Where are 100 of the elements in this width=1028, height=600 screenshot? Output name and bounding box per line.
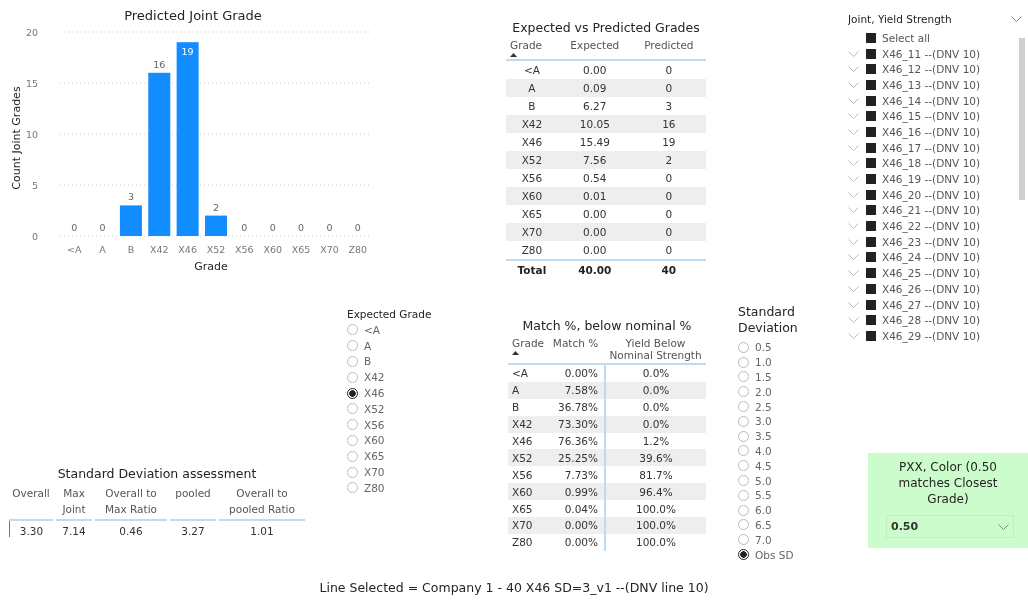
checkbox[interactable] — [866, 126, 876, 137]
column-header[interactable]: Overall to Max Ratio — [95, 485, 167, 521]
radio-button[interactable] — [738, 549, 749, 561]
slicer-item-label[interactable]: X46_13 --(DNV 10) — [882, 78, 981, 91]
checkbox[interactable] — [866, 111, 876, 122]
radio-label[interactable]: 0.5 — [755, 341, 772, 354]
radio-label[interactable]: X46 — [364, 387, 385, 400]
checkbox[interactable] — [866, 283, 876, 294]
radio-label[interactable]: X60 — [364, 434, 385, 447]
expand-chevron-icon[interactable] — [848, 317, 859, 324]
scrollbar[interactable] — [1019, 38, 1025, 200]
column-header[interactable]: Yield Below Nominal Strength — [605, 337, 706, 364]
checkbox[interactable] — [866, 32, 876, 43]
slicer-item-label[interactable]: X46_12 --(DNV 10) — [882, 63, 981, 76]
column-header[interactable]: Overall to pooled Ratio — [219, 485, 305, 521]
slicer-item-label[interactable]: X46_28 --(DNV 10) — [882, 314, 981, 327]
slicer-item-label[interactable]: X46_26 --(DNV 10) — [882, 282, 981, 295]
checkbox[interactable] — [866, 299, 876, 310]
checkbox[interactable] — [866, 315, 876, 326]
expand-chevron-icon[interactable] — [848, 223, 859, 230]
checkbox[interactable] — [866, 330, 876, 341]
expand-chevron-icon[interactable] — [848, 301, 859, 308]
checkbox[interactable] — [866, 252, 876, 263]
radio-label[interactable]: X56 — [364, 418, 385, 431]
expand-chevron-icon[interactable] — [848, 66, 859, 73]
checkbox[interactable] — [866, 268, 876, 279]
checkbox[interactable] — [866, 79, 876, 90]
expand-chevron-icon[interactable] — [848, 97, 859, 104]
column-header[interactable]: Overall — [9, 485, 53, 521]
radio-label[interactable]: X42 — [364, 371, 385, 384]
radio-label[interactable]: 2.5 — [755, 400, 772, 413]
radio-label[interactable]: 5.0 — [755, 474, 772, 487]
expand-chevron-icon[interactable] — [848, 176, 859, 183]
expand-chevron-icon[interactable] — [848, 191, 859, 198]
dropdown[interactable]: 0.50 — [886, 515, 1014, 538]
expand-chevron-icon[interactable] — [848, 160, 859, 167]
expand-chevron-icon[interactable] — [848, 238, 859, 245]
radio-label[interactable]: 1.5 — [755, 371, 772, 383]
radio-label[interactable]: B — [364, 355, 372, 368]
radio-label[interactable]: X70 — [364, 466, 385, 479]
checkbox[interactable] — [866, 95, 876, 106]
checkbox[interactable] — [866, 236, 876, 247]
radio-label[interactable]: 7.0 — [755, 533, 772, 546]
expand-chevron-icon[interactable] — [848, 128, 859, 135]
column-header[interactable]: Max Joint — [56, 485, 92, 521]
slicer-item-label[interactable]: X46_27 --(DNV 10) — [882, 298, 981, 311]
expand-chevron-icon[interactable] — [848, 254, 859, 261]
column-header[interactable]: Grade — [506, 39, 558, 60]
slicer-item-label[interactable]: X46_25 --(DNV 10) — [882, 267, 981, 280]
slicer-item-label[interactable]: X46_15 --(DNV 10) — [882, 110, 981, 123]
expand-chevron-icon[interactable] — [848, 332, 859, 339]
slicer-item-label[interactable]: X46_14 --(DNV 10) — [882, 94, 981, 107]
slicer-item-label[interactable]: X46_18 --(DNV 10) — [882, 157, 981, 170]
radio-label[interactable]: 6.5 — [755, 518, 772, 531]
checkbox[interactable] — [866, 189, 876, 200]
checkbox[interactable] — [866, 64, 876, 75]
radio-label[interactable]: 1.0 — [755, 356, 772, 369]
slicer-item-label[interactable]: X46_29 --(DNV 10) — [882, 329, 981, 342]
slicer-item-label[interactable]: X46_22 --(DNV 10) — [882, 220, 981, 233]
radio-label[interactable]: 2.0 — [755, 385, 772, 398]
slicer-item-label[interactable]: X46_23 --(DNV 10) — [882, 235, 981, 248]
expand-chevron-icon[interactable] — [848, 144, 859, 151]
slicer-item-label[interactable]: X46_16 --(DNV 10) — [882, 125, 981, 138]
checkbox[interactable] — [866, 142, 876, 153]
radio-label[interactable]: A — [364, 339, 372, 352]
slicer-item-label[interactable]: X46_20 --(DNV 10) — [882, 188, 981, 201]
expand-chevron-icon[interactable] — [848, 270, 859, 277]
radio-label[interactable]: 4.0 — [755, 444, 772, 457]
expand-chevron-icon[interactable] — [848, 113, 859, 120]
column-header[interactable]: Grade — [508, 337, 548, 364]
radio-label[interactable]: 4.5 — [755, 459, 772, 472]
expand-chevron-icon[interactable] — [848, 285, 859, 292]
slicer-item-label[interactable]: X46_19 --(DNV 10) — [882, 173, 981, 186]
slicer-item-label[interactable]: X46_21 --(DNV 10) — [882, 204, 981, 217]
radio-label[interactable]: <A — [364, 323, 380, 336]
chevron-down-icon[interactable] — [1011, 16, 1022, 22]
column-header[interactable]: pooled — [170, 485, 216, 521]
slicer-item-label[interactable]: X46_11 --(DNV 10) — [882, 47, 981, 60]
checkbox[interactable] — [866, 174, 876, 185]
expand-chevron-icon[interactable] — [848, 207, 859, 214]
expand-chevron-icon[interactable] — [848, 81, 859, 88]
slicer-item-label[interactable]: X46_24 --(DNV 10) — [882, 251, 981, 264]
radio-label[interactable]: 5.5 — [755, 489, 772, 502]
radio-label[interactable]: Z80 — [364, 481, 385, 494]
slicer-item-label[interactable]: Select all — [882, 31, 930, 44]
radio-label[interactable]: 3.0 — [755, 415, 772, 428]
radio-label[interactable]: 6.0 — [755, 504, 772, 517]
column-header[interactable]: Match % — [548, 337, 605, 364]
radio-label[interactable]: X65 — [364, 450, 385, 463]
expand-chevron-icon[interactable] — [848, 50, 859, 57]
checkbox[interactable] — [866, 48, 876, 59]
radio-label[interactable]: 3.5 — [755, 430, 772, 443]
checkbox[interactable] — [866, 158, 876, 169]
radio-button[interactable] — [347, 387, 358, 399]
radio-label[interactable]: X52 — [364, 402, 385, 415]
checkbox[interactable] — [866, 221, 876, 232]
column-header[interactable]: Expected — [557, 39, 632, 60]
slicer-item-label[interactable]: X46_17 --(DNV 10) — [882, 141, 981, 154]
radio-label[interactable]: Obs SD — [755, 548, 794, 561]
column-header[interactable]: Predicted — [631, 39, 706, 60]
